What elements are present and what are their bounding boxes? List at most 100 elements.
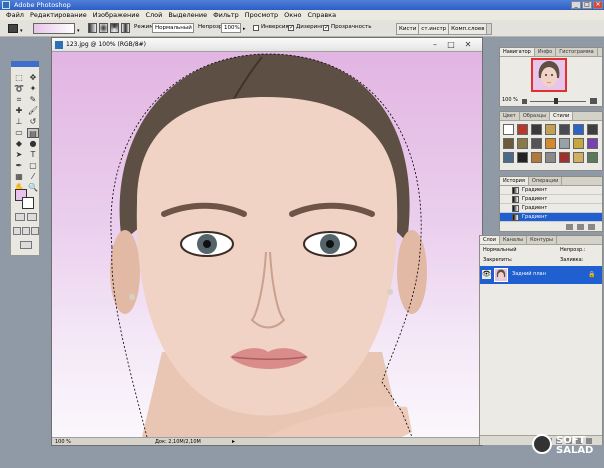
brush-tool-icon[interactable]: 🖌 bbox=[27, 106, 39, 116]
palette-tab-brushes[interactable]: Кисти bbox=[397, 24, 420, 34]
close-button[interactable]: ✕ bbox=[593, 1, 603, 9]
chevron-down-icon[interactable]: ▾ bbox=[77, 28, 80, 34]
tab-color[interactable]: Цвет bbox=[500, 112, 520, 120]
style-swatch[interactable] bbox=[545, 124, 556, 135]
tab-channels[interactable]: Каналы bbox=[500, 236, 528, 244]
history-item[interactable]: Градиент bbox=[500, 195, 602, 204]
crop-tool-icon[interactable]: ⌗ bbox=[13, 95, 25, 105]
style-swatch[interactable] bbox=[573, 152, 584, 163]
style-swatch[interactable] bbox=[587, 138, 598, 149]
palette-tab-layer-comps[interactable]: Комп.слоев bbox=[449, 24, 488, 34]
menu-select[interactable]: Выделение bbox=[165, 11, 210, 19]
image-canvas[interactable] bbox=[52, 52, 482, 437]
shape-tool-icon[interactable]: ▢ bbox=[27, 161, 39, 171]
layer-row-background[interactable]: 👁 Задний план 🔒 bbox=[480, 266, 602, 284]
blur-tool-icon[interactable]: ◆ bbox=[13, 139, 25, 149]
style-swatch[interactable] bbox=[503, 138, 514, 149]
screen-mode-full-icon[interactable] bbox=[31, 227, 39, 235]
palette-tab-tool-presets[interactable]: ст.инстр bbox=[419, 24, 450, 34]
history-brush-icon[interactable]: ↺ bbox=[27, 117, 39, 127]
zoom-out-icon[interactable] bbox=[522, 99, 527, 104]
menu-help[interactable]: Справка bbox=[304, 11, 339, 19]
reflected-gradient-icon[interactable] bbox=[121, 23, 130, 33]
eyedropper-icon[interactable]: ⁄ bbox=[27, 172, 39, 182]
jump-to-imageready-icon[interactable] bbox=[20, 241, 32, 249]
tab-navigator[interactable]: Навигатор bbox=[500, 48, 535, 56]
tab-histogram[interactable]: Гистограмма bbox=[556, 48, 598, 56]
doc-close-button[interactable]: ✕ bbox=[462, 40, 474, 50]
eraser-tool-icon[interactable]: ▭ bbox=[13, 128, 25, 138]
chevron-right-icon[interactable]: ▸ bbox=[243, 26, 246, 32]
style-swatch[interactable] bbox=[503, 124, 514, 135]
dither-checkbox[interactable] bbox=[288, 24, 294, 31]
chevron-down-icon[interactable]: ▾ bbox=[20, 28, 23, 34]
menu-image[interactable]: Изображение bbox=[90, 11, 143, 19]
pen-tool-icon[interactable]: ✒ bbox=[13, 161, 25, 171]
new-document-icon[interactable] bbox=[566, 224, 573, 230]
inverse-checkbox[interactable] bbox=[253, 25, 259, 31]
magic-wand-icon[interactable]: ✦ bbox=[27, 84, 39, 94]
eye-icon[interactable]: 👁 bbox=[482, 270, 491, 279]
tab-swatches[interactable]: Образцы bbox=[520, 112, 551, 120]
toolbox-title-bar[interactable] bbox=[11, 61, 39, 67]
dodge-tool-icon[interactable]: ● bbox=[27, 139, 39, 149]
transparency-checkbox[interactable] bbox=[323, 24, 329, 31]
slider-handle[interactable] bbox=[554, 98, 558, 104]
snapshot-icon[interactable] bbox=[577, 224, 584, 230]
menu-filter[interactable]: Фильтр bbox=[210, 11, 242, 19]
opacity-input[interactable]: 100% bbox=[221, 23, 241, 33]
menu-window[interactable]: Окно bbox=[281, 11, 304, 19]
minimize-button[interactable]: _ bbox=[571, 1, 581, 9]
zoom-level[interactable]: 100 % bbox=[55, 438, 71, 446]
style-swatch[interactable] bbox=[545, 152, 556, 163]
history-item[interactable]: Градиент bbox=[500, 204, 602, 213]
move-tool-icon[interactable]: ✥ bbox=[27, 73, 39, 83]
style-swatch[interactable] bbox=[559, 124, 570, 135]
path-selection-icon[interactable]: ➤ bbox=[13, 150, 25, 160]
lasso-tool-icon[interactable]: ➰ bbox=[13, 84, 25, 94]
menu-layer[interactable]: Слой bbox=[142, 11, 165, 19]
clone-stamp-icon[interactable]: ⊥ bbox=[13, 117, 25, 127]
menu-file[interactable]: Файл bbox=[3, 11, 27, 19]
history-item[interactable]: Градиент bbox=[500, 186, 602, 195]
navigator-zoom[interactable]: 100 % bbox=[502, 97, 518, 103]
gradient-tool-icon[interactable] bbox=[8, 24, 18, 33]
standard-mode-icon[interactable] bbox=[15, 213, 25, 221]
style-swatch[interactable] bbox=[517, 124, 528, 135]
navigator-zoom-slider[interactable] bbox=[530, 101, 586, 102]
zoom-in-icon[interactable] bbox=[590, 98, 597, 104]
notes-tool-icon[interactable]: ▦ bbox=[13, 172, 25, 182]
mode-select[interactable]: Нормальный bbox=[152, 23, 194, 33]
tab-info[interactable]: Инфо bbox=[535, 48, 557, 56]
gradient-tool-icon[interactable]: ▤ bbox=[27, 128, 39, 138]
trash-icon[interactable] bbox=[588, 224, 595, 230]
navigator-thumbnail[interactable] bbox=[531, 58, 567, 92]
history-item-selected[interactable]: Градиент bbox=[500, 213, 602, 222]
style-swatch[interactable] bbox=[531, 124, 542, 135]
slice-tool-icon[interactable]: ✎ bbox=[27, 95, 39, 105]
style-swatch[interactable] bbox=[573, 138, 584, 149]
tab-actions[interactable]: Операции bbox=[529, 177, 563, 185]
screen-mode-standard-icon[interactable] bbox=[13, 227, 21, 235]
healing-brush-icon[interactable]: ✚ bbox=[13, 106, 25, 116]
radial-gradient-icon[interactable] bbox=[99, 23, 108, 33]
quick-mask-icon[interactable] bbox=[27, 213, 37, 221]
tab-styles[interactable]: Стили bbox=[550, 112, 574, 120]
style-swatch[interactable] bbox=[531, 152, 542, 163]
type-tool-icon[interactable]: T bbox=[27, 150, 39, 160]
tab-paths[interactable]: Контуры bbox=[527, 236, 557, 244]
maximize-button[interactable]: □ bbox=[582, 1, 592, 9]
zoom-tool-icon[interactable]: 🔍 bbox=[27, 183, 39, 193]
document-title-bar[interactable]: 123.jpg @ 100% (RGB/8#) bbox=[52, 38, 482, 52]
style-swatch[interactable] bbox=[573, 124, 584, 135]
marquee-tool-icon[interactable]: ⬚ bbox=[13, 73, 25, 83]
style-swatch[interactable] bbox=[559, 152, 570, 163]
linear-gradient-icon[interactable] bbox=[88, 23, 97, 33]
style-swatch[interactable] bbox=[503, 152, 514, 163]
doc-minimize-button[interactable]: – bbox=[429, 40, 441, 50]
angle-gradient-icon[interactable] bbox=[110, 23, 119, 33]
style-swatch[interactable] bbox=[559, 138, 570, 149]
screen-mode-full-menu-icon[interactable] bbox=[22, 227, 30, 235]
chevron-right-icon[interactable]: ▸ bbox=[232, 438, 235, 446]
doc-maximize-button[interactable]: □ bbox=[445, 40, 457, 50]
